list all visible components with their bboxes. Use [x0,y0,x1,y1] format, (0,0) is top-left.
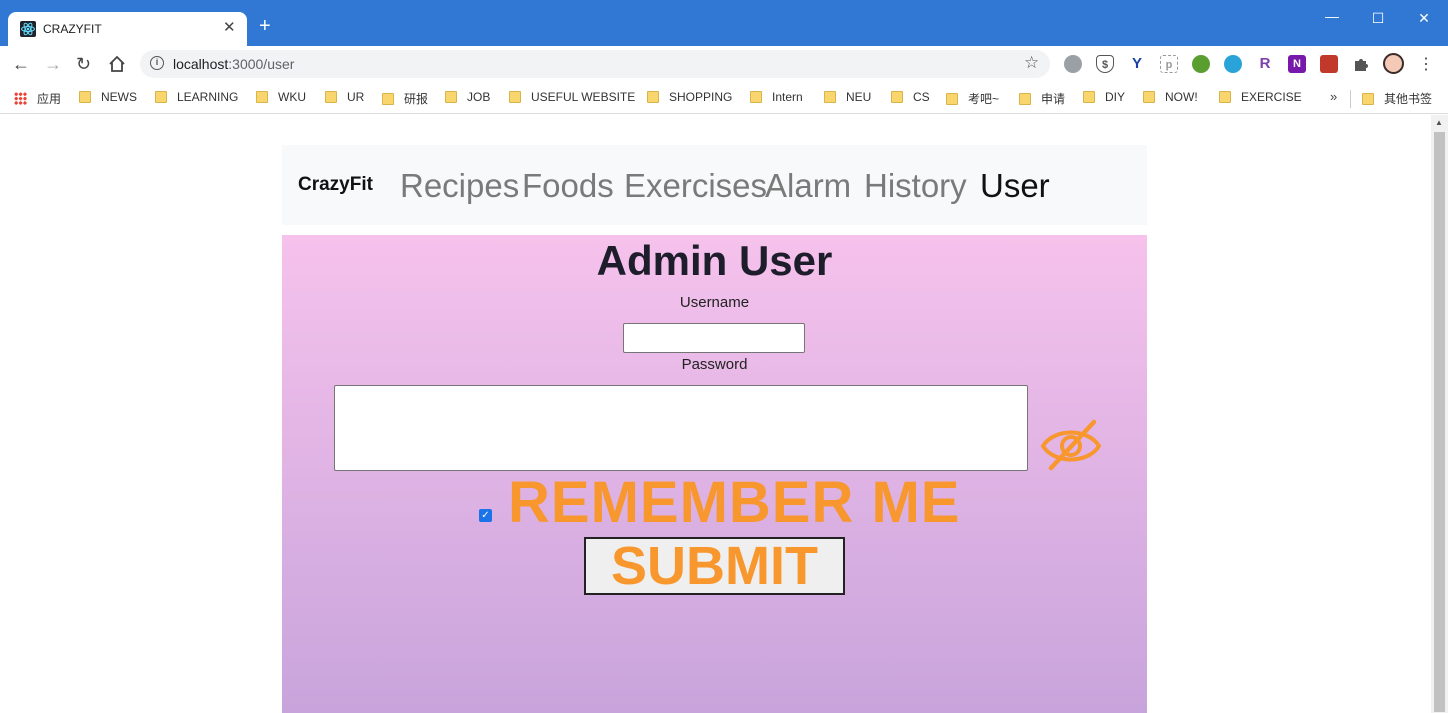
brand-link[interactable]: CrazyFit [298,174,373,196]
eye-slash-icon[interactable] [1040,418,1102,474]
extension-blue-icon[interactable] [1224,55,1242,73]
apps-grid-icon [14,92,27,105]
bookmark-folder[interactable]: DIY [1083,90,1125,104]
password-label: Password [681,356,748,373]
folder-icon [325,91,337,103]
close-window-button[interactable]: ✕ [1414,10,1434,27]
folder-icon [946,93,958,105]
browser-tab[interactable]: CRAZYFIT ✕ [8,12,247,46]
tab-title: CRAZYFIT [43,22,102,36]
password-field[interactable] [334,385,1028,471]
minimize-button[interactable]: — [1322,8,1342,24]
bookmark-folder[interactable]: SHOPPING [647,90,732,104]
bookmark-folder[interactable]: USEFUL WEBSITE [509,90,635,104]
nav-history[interactable]: History [864,167,967,205]
vertical-scrollbar[interactable]: ▲ [1431,115,1448,713]
home-icon[interactable] [108,55,126,73]
folder-icon [750,91,762,103]
bookmark-folder[interactable]: CS [891,90,930,104]
username-field[interactable] [623,323,805,353]
nav-exercises[interactable]: Exercises [624,167,767,205]
scrollbar-thumb[interactable] [1434,132,1445,712]
remember-me-label[interactable]: REMEMBER ME [508,471,960,535]
scroll-up-icon[interactable]: ▲ [1435,118,1443,127]
bookmark-apps[interactable]: 应用 [14,90,61,107]
bookmark-folder[interactable]: NEWS [79,90,137,104]
page-title: Admin User [596,237,833,284]
puzzle-extensions-icon[interactable] [1352,55,1370,73]
menu-dots-icon[interactable]: ⋮ [1418,54,1434,74]
bookmark-folder[interactable]: 考吧~ [946,90,999,107]
folder-icon [891,91,903,103]
nav-user[interactable]: User [980,167,1050,205]
extension-p-icon[interactable]: p [1160,55,1178,73]
folder-icon [1362,93,1374,105]
info-icon[interactable]: i [150,56,164,70]
folder-icon [1143,91,1155,103]
extension-shield-icon[interactable]: $ [1096,55,1114,73]
page-viewport: CrazyFit Recipes Foods Exercises Alarm H… [0,115,1431,713]
login-panel: Admin User Username Password ✓ REMEMBER … [282,235,1147,713]
bookmark-folder[interactable]: NOW! [1143,90,1198,104]
bookmarks-bar: 应用 NEWS LEARNING WKU UR 研报 JOB USEFUL WE… [0,84,1448,114]
extension-y-icon[interactable]: Y [1128,55,1146,73]
bookmarks-overflow-icon[interactable]: » [1330,89,1337,104]
folder-icon [647,91,659,103]
new-tab-button[interactable]: + [259,16,271,36]
nav-recipes[interactable]: Recipes [400,167,519,205]
app-navbar: CrazyFit Recipes Foods Exercises Alarm H… [282,145,1147,225]
bookmark-folder[interactable]: NEU [824,90,871,104]
folder-icon [155,91,167,103]
folder-icon [382,93,394,105]
onenote-icon[interactable]: N [1288,55,1306,73]
browser-titlebar: CRAZYFIT ✕ + — ☐ ✕ [0,0,1448,46]
tab-close-icon[interactable]: ✕ [223,20,236,36]
bookmark-folder[interactable]: 研报 [382,90,428,107]
reload-icon[interactable]: ↻ [76,55,91,73]
extension-globe-icon[interactable] [1064,55,1082,73]
bookmarks-divider [1350,90,1351,108]
folder-icon [1219,91,1231,103]
bookmark-folder[interactable]: UR [325,90,364,104]
submit-button[interactable]: SUBMIT [584,537,845,595]
extension-green-icon[interactable] [1192,55,1210,73]
extension-r-icon[interactable]: R [1256,55,1274,73]
remember-me-checkbox[interactable]: ✓ [479,509,492,522]
nav-alarm[interactable]: Alarm [765,167,851,205]
username-label: Username [679,294,750,311]
bookmark-folder[interactable]: 申请 [1019,90,1065,107]
address-bar[interactable]: i localhost:3000/user ☆ [140,50,1050,78]
folder-icon [824,91,836,103]
back-arrow-icon[interactable]: ← [12,55,30,73]
maximize-button[interactable]: ☐ [1368,10,1388,27]
bookmark-folder[interactable]: Intern [750,90,803,104]
profile-avatar[interactable] [1383,53,1404,74]
url-text[interactable]: localhost:3000/user [173,56,294,72]
bookmark-other[interactable]: 其他书签 [1362,90,1432,107]
extension-red-icon[interactable] [1320,55,1338,73]
bookmark-folder[interactable]: JOB [445,90,490,104]
folder-icon [256,91,268,103]
bookmark-folder[interactable]: WKU [256,90,306,104]
react-logo-icon [20,21,36,37]
forward-arrow-icon[interactable]: → [44,55,62,73]
bookmark-folder[interactable]: LEARNING [155,90,238,104]
folder-icon [445,91,457,103]
folder-icon [1083,91,1095,103]
bookmark-star-icon[interactable]: ☆ [1024,53,1039,73]
folder-icon [1019,93,1031,105]
nav-foods[interactable]: Foods [522,167,614,205]
folder-icon [79,91,91,103]
folder-icon [509,91,521,103]
bookmark-folder[interactable]: EXERCISE [1219,90,1302,104]
